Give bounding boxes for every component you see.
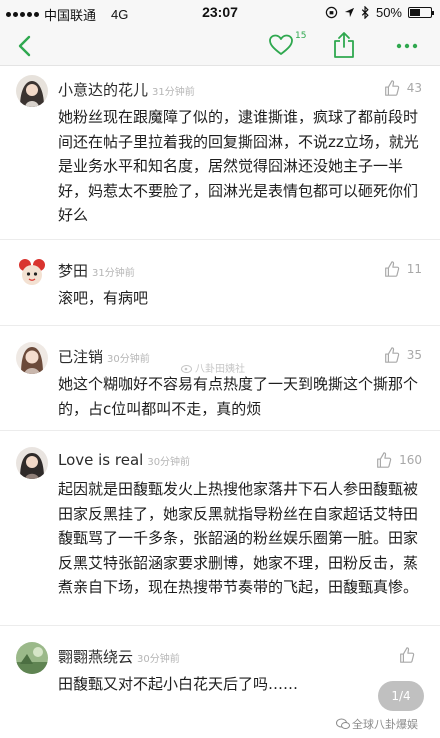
like-count: 15: [295, 31, 307, 41]
wechat-logo-icon: [336, 718, 350, 729]
avatar-image: [16, 642, 48, 674]
comment-time: 30分钟前: [147, 457, 191, 468]
status-bar: 中国联通 4G 23:07 50%: [0, 0, 440, 26]
author-name: 翾翾燕绕云: [58, 648, 134, 666]
author-name: 已注销: [58, 348, 104, 366]
like-count: 160: [399, 453, 422, 467]
comment-item: 翾翾燕绕云 30分钟前 田馥甄又对不起小白花天后了吗……: [0, 626, 440, 726]
share-button[interactable]: [330, 30, 358, 60]
location-arrow-icon: [344, 7, 355, 18]
comment-like-button[interactable]: 43: [383, 79, 422, 97]
comment-text: 滚吧，有病吧: [58, 289, 149, 307]
watermark: 八卦田姨社: [181, 360, 245, 375]
author-name: Love is real: [58, 451, 144, 469]
comment-text: 田馥甄又对不起小白花天后了吗……: [58, 675, 299, 693]
avatar[interactable]: [16, 342, 48, 374]
comment-author[interactable]: 已注销 30分钟前: [58, 346, 150, 367]
comment-like-button[interactable]: 35: [383, 346, 422, 364]
comment-list: 小意达的花儿 31分钟前 43 她粉丝现在跟魔障了似的，逮谁撕谁，疯球了都前段时间…: [0, 67, 440, 726]
page-indicator: 1/4: [378, 681, 424, 711]
like-button[interactable]: 15: [268, 31, 308, 60]
avatar[interactable]: [16, 447, 48, 479]
weibo-logo-icon: [181, 364, 192, 373]
avatar[interactable]: [16, 642, 48, 674]
avatar[interactable]: [16, 256, 48, 288]
author-name: 梦田: [58, 262, 89, 280]
comment-text: 她粉丝现在跟魔障了似的，逮谁撕谁，疯球了都前段时间还在帖子里拉着我的回复撕囧淋，…: [58, 108, 419, 224]
comment-text: 起因就是田馥甄发火上热搜他家落井下石人参田馥甄被田家反黑挂了，她家反黑就指导粉丝…: [58, 480, 419, 596]
comment-item: 梦田 31分钟前 11 滚吧，有病吧: [0, 240, 440, 326]
comment-author[interactable]: 翾翾燕绕云 30分钟前: [58, 646, 180, 667]
thumbs-up-icon: [384, 80, 399, 96]
like-count: 35: [406, 348, 422, 362]
back-button[interactable]: [12, 32, 40, 60]
author-name: 小意达的花儿: [58, 81, 149, 99]
avatar-image: [16, 342, 48, 374]
battery-fill: [410, 9, 420, 16]
thumbs-up-icon: [384, 347, 399, 363]
watermark: 全球八卦爆娱: [336, 716, 418, 732]
comment-like-button[interactable]: [398, 646, 422, 664]
like-count: 11: [406, 262, 422, 276]
thumbs-up-icon: [384, 261, 399, 277]
share-icon: [334, 32, 354, 58]
more-options-button[interactable]: [392, 34, 422, 58]
comment-author[interactable]: Love is real 30分钟前: [58, 451, 190, 469]
comment-item: 已注销 30分钟前 35 她这个糊咖好不容易有点热度了一天到晚撕这个撕那个的，占c…: [0, 326, 440, 431]
avatar[interactable]: [16, 75, 48, 107]
comment-time: 31分钟前: [152, 87, 195, 98]
comment-like-button[interactable]: 11: [383, 260, 422, 278]
comment-time: 31分钟前: [92, 268, 135, 279]
comment-author[interactable]: 梦田 31分钟前: [58, 260, 135, 281]
comment-text: 她这个糊咖好不容易有点热度了一天到晚撕这个撕那个的，占c位叫都叫不走，真的烦: [58, 375, 419, 418]
comment-item: 小意达的花儿 31分钟前 43 她粉丝现在跟魔障了似的，逮谁撕谁，疯球了都前段时间…: [0, 67, 440, 240]
comment-like-button[interactable]: 160: [375, 451, 422, 469]
chevron-left-icon: [18, 35, 31, 57]
thumbs-up-icon: [377, 452, 392, 468]
comment-item: Love is real 30分钟前 160 起因就是田馥甄发火上热搜他家落井下石…: [0, 431, 440, 626]
avatar-image: [16, 75, 48, 107]
bluetooth-icon: [361, 6, 369, 19]
orientation-lock-icon: [325, 6, 338, 19]
avatar-image: [16, 447, 48, 479]
battery-icon: [408, 7, 434, 18]
nav-bar: 15: [0, 26, 440, 66]
heart-icon: [269, 34, 293, 55]
comment-time: 30分钟前: [107, 354, 150, 365]
battery-percent: 50%: [375, 5, 402, 20]
watermark-text: 全球八卦爆娱: [352, 718, 418, 731]
status-icons: 50%: [325, 5, 434, 20]
watermark-text: 八卦田姨社: [195, 364, 245, 375]
comment-time: 30分钟前: [137, 654, 180, 665]
comment-author[interactable]: 小意达的花儿 31分钟前: [58, 79, 195, 100]
like-count: 43: [406, 81, 422, 95]
more-dots-icon: [396, 43, 418, 49]
avatar-image: [16, 256, 48, 288]
thumbs-up-icon: [400, 647, 415, 663]
